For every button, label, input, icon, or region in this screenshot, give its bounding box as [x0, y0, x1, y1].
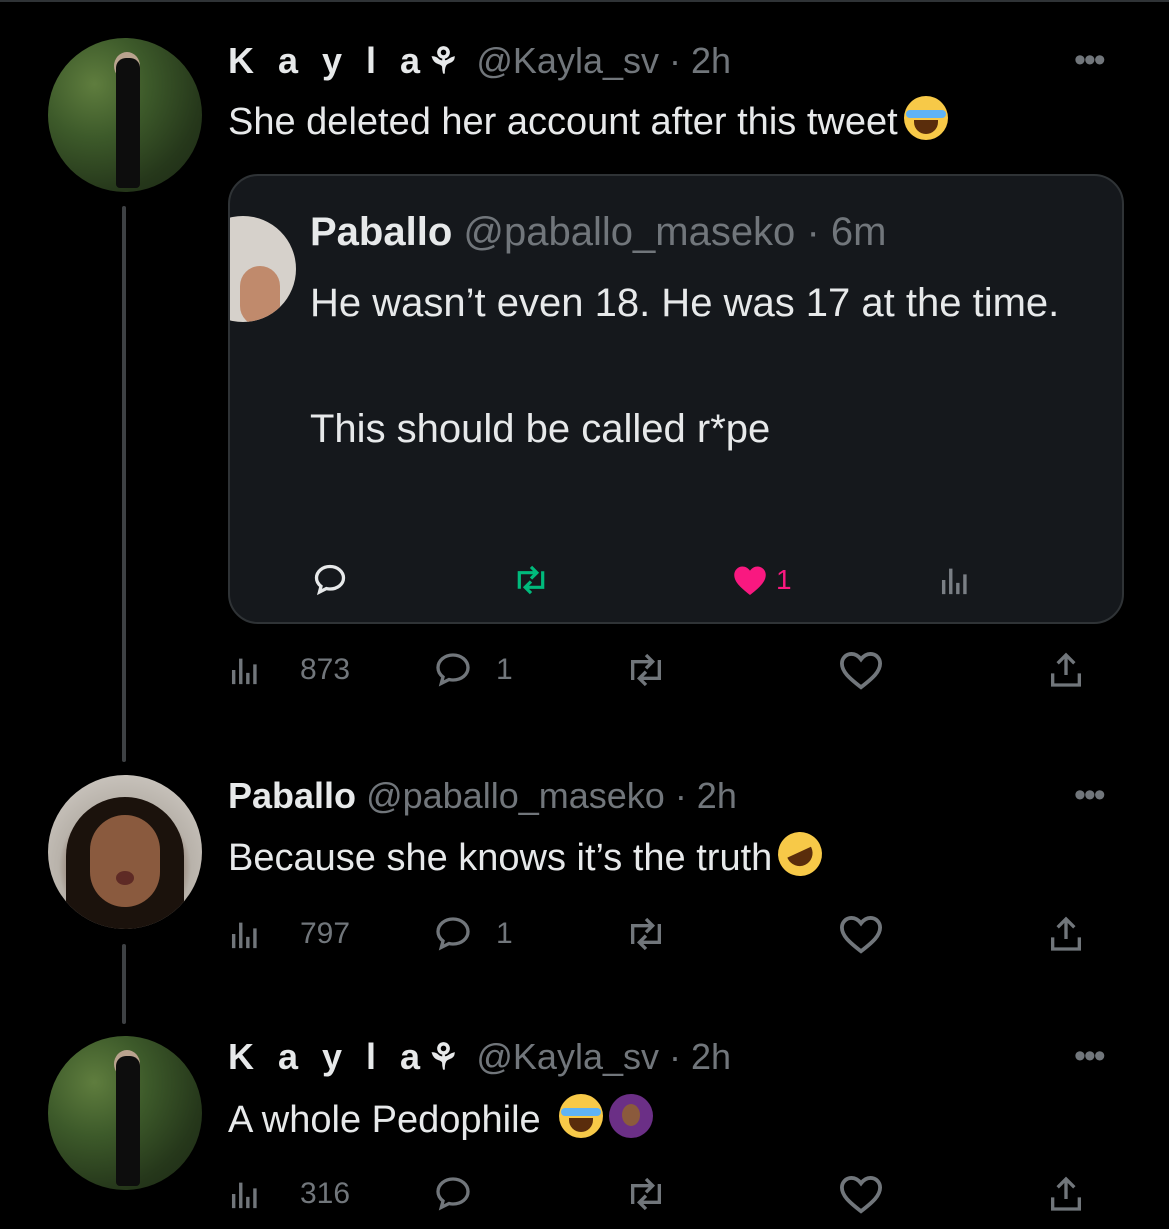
analytics-icon	[231, 922, 257, 949]
display-name[interactable]: Paballo	[228, 775, 356, 816]
more-options-icon[interactable]: •••	[1074, 43, 1120, 77]
heart-icon	[839, 916, 883, 954]
quoted-timestamp: · 6m	[806, 210, 887, 254]
views-button[interactable]: 873	[228, 648, 350, 692]
share-button[interactable]	[1046, 648, 1086, 692]
quoted-tweet[interactable]: Paballo @paballo_maseko · 6m He wasn’t e…	[228, 174, 1124, 624]
tweet-actions: 316	[228, 1172, 1098, 1216]
quoted-header: Paballo @paballo_maseko · 6m	[310, 210, 886, 255]
views-button[interactable]: 316	[228, 1172, 350, 1216]
like-button[interactable]	[838, 1172, 884, 1216]
share-icon	[1051, 652, 1081, 687]
heart-icon	[734, 566, 766, 595]
quoted-actions: 1	[230, 560, 1122, 600]
retweet-button[interactable]	[624, 912, 668, 956]
share-icon	[1051, 1176, 1081, 1211]
retweet-icon	[631, 1177, 661, 1211]
quoted-like-count: 1	[776, 564, 792, 595]
thread-connector	[122, 206, 126, 762]
top-divider	[0, 0, 1169, 2]
person-gesturing-ok-icon	[608, 1094, 653, 1138]
tweet-header: Paballo @paballo_maseko · 2h	[228, 775, 737, 817]
reply-icon[interactable]	[312, 560, 348, 600]
reply-button[interactable]: 1	[432, 648, 513, 692]
reply-count: 1	[496, 653, 513, 686]
quoted-text: He wasn’t even 18. He was 17 at the time…	[310, 272, 1110, 460]
display-name[interactable]: K a y l a⚘	[228, 40, 466, 81]
tweet-actions: 873 1	[228, 648, 1098, 692]
quoted-handle: @paballo_maseko	[463, 210, 796, 254]
tweet-text: She deleted her account after this tweet	[228, 96, 948, 144]
heart-icon	[839, 1176, 883, 1214]
analytics-icon	[231, 1182, 257, 1209]
retweet-button[interactable]	[624, 1172, 668, 1216]
avatar-paballo[interactable]	[48, 775, 202, 929]
reply-button[interactable]: 1	[432, 912, 513, 956]
rolling-on-floor-laughing-icon	[771, 824, 830, 884]
quoted-line-1: He wasn’t even 18. He was 17 at the time…	[310, 281, 1060, 325]
avatar-paballo-quoted	[230, 216, 296, 322]
share-icon	[1051, 916, 1081, 951]
tweet-actions: 797 1	[228, 912, 1098, 956]
more-options-icon[interactable]: •••	[1074, 778, 1120, 812]
thread-connector	[122, 944, 126, 1024]
like-button[interactable]: 1	[732, 560, 792, 600]
retweet-icon	[631, 917, 661, 951]
reply-count: 1	[496, 917, 513, 950]
analytics-icon[interactable]	[938, 560, 972, 600]
timestamp[interactable]: · 2h	[675, 775, 737, 816]
reply-button[interactable]	[432, 1172, 474, 1216]
reply-icon	[436, 653, 470, 687]
handle[interactable]: @paballo_maseko	[366, 775, 665, 816]
timestamp[interactable]: · 2h	[669, 1036, 731, 1077]
loudly-crying-face-icon	[903, 96, 948, 140]
retweet-icon[interactable]	[512, 560, 550, 600]
heart-icon	[839, 652, 883, 690]
analytics-icon	[231, 658, 257, 685]
view-count: 873	[300, 653, 351, 686]
tweet-text: Because she knows it’s the truth	[228, 824, 830, 884]
avatar-kayla[interactable]	[48, 38, 202, 192]
tweet-header: K a y l a⚘ @Kayla_sv · 2h	[228, 40, 731, 82]
like-button[interactable]	[838, 912, 884, 956]
tweet-header: K a y l a⚘ @Kayla_sv · 2h	[228, 1036, 731, 1078]
reply-icon	[436, 917, 470, 951]
timestamp[interactable]: · 2h	[669, 40, 731, 81]
view-count: 797	[300, 917, 351, 950]
reply-icon	[436, 1177, 470, 1211]
retweet-button[interactable]	[624, 648, 668, 692]
tweet-text: A whole Pedophile	[228, 1094, 653, 1142]
share-button[interactable]	[1046, 1172, 1086, 1216]
handle[interactable]: @Kayla_sv	[476, 40, 659, 81]
loudly-crying-face-icon	[558, 1094, 603, 1138]
share-button[interactable]	[1046, 912, 1086, 956]
retweet-icon	[631, 653, 661, 687]
tweet-text-content: She deleted her account after this tweet	[228, 101, 898, 143]
view-count: 316	[300, 1177, 351, 1210]
views-button[interactable]: 797	[228, 912, 350, 956]
handle[interactable]: @Kayla_sv	[476, 1036, 659, 1077]
quoted-display-name: Paballo	[310, 210, 453, 254]
quoted-line-2: This should be called r*pe	[310, 407, 771, 451]
display-name[interactable]: K a y l a⚘	[228, 1036, 466, 1077]
like-button[interactable]	[838, 648, 884, 692]
avatar-kayla[interactable]	[48, 1036, 202, 1190]
tweet-text-content: A whole Pedophile	[228, 1099, 541, 1141]
tweet-text-content: Because she knows it’s the truth	[228, 837, 773, 879]
more-options-icon[interactable]: •••	[1074, 1039, 1120, 1073]
